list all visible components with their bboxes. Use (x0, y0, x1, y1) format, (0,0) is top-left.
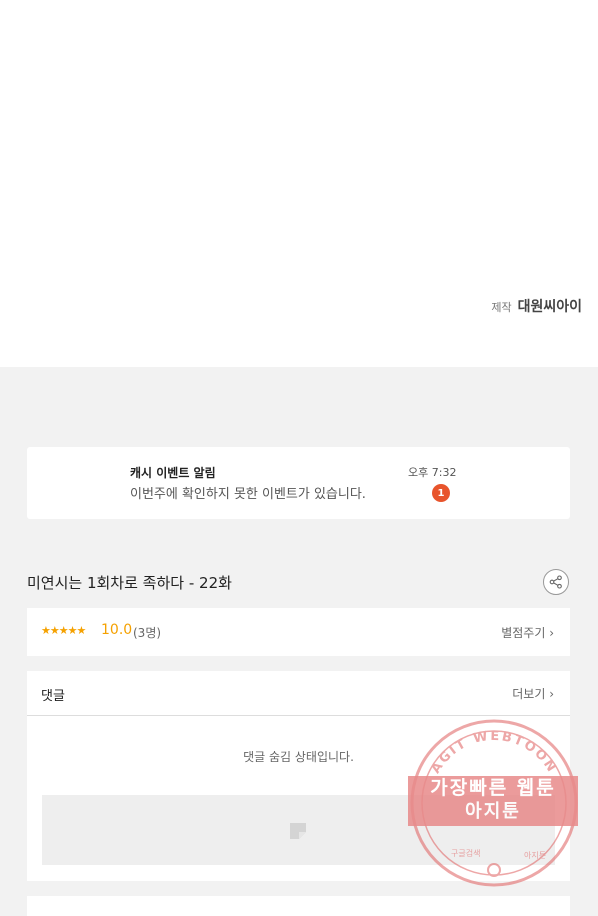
credit-studio: 대원씨아이 (517, 299, 582, 315)
notification-message: 이번주에 확인하지 못한 이벤트가 있습니다. (130, 487, 366, 502)
watermark-band-line2: 아지툰 (465, 801, 521, 822)
google-icon (487, 863, 501, 877)
watermark-bottom-right: 아지툰 (524, 850, 546, 860)
rating-section: ★★★★★ 10.0 (3명) 별점주기 › (27, 608, 570, 656)
next-section (27, 896, 570, 916)
share-icon (549, 575, 562, 589)
notification-time: 오후 7:32 (408, 466, 457, 479)
credit-label: 제작 (491, 301, 512, 314)
cash-event-notification[interactable]: 캐시 이벤트 알림 이번주에 확인하지 못한 이벤트가 있습니다. 오후 7:3… (27, 447, 570, 519)
comment-header: 댓글 더보기 › (27, 671, 570, 716)
watermark-band-line1: 가장빠른 웹툰 (430, 777, 556, 799)
rating-score: 10.0 (101, 622, 133, 638)
notification-title: 캐시 이벤트 알림 (130, 466, 216, 480)
episode-title: 미연시는 1회차로 족하다 - 22화 (27, 574, 232, 592)
rating-count: (3명) (133, 626, 162, 640)
production-credit: 제작 대원씨아이 (491, 296, 582, 316)
watermark-band: 가장빠른 웹툰 아지툰 (408, 776, 578, 826)
share-button[interactable] (543, 569, 569, 595)
image-placeholder-icon (290, 823, 306, 839)
watermark-bottom-left: 구글검색 (451, 848, 480, 858)
star-rating-icons: ★★★★★ (41, 624, 86, 637)
more-comments-button[interactable]: 더보기 › (512, 685, 554, 702)
notification-badge: 1 (432, 484, 450, 502)
comment-label: 댓글 (41, 689, 65, 704)
rate-button[interactable]: 별점주기 › (501, 624, 554, 641)
